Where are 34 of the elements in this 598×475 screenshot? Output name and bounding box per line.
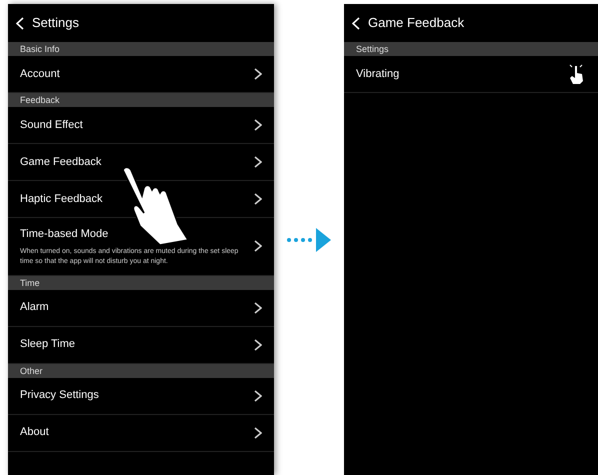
section-header: Feedback — [8, 93, 274, 107]
screen-title: Game Feedback — [368, 14, 464, 32]
back-icon[interactable] — [352, 16, 360, 30]
settings-row[interactable]: Privacy Settings — [8, 378, 274, 414]
row-label: Time-based Mode — [20, 227, 110, 242]
chevron-icon — [254, 390, 262, 402]
arrow-icon — [286, 226, 332, 252]
chevron-icon — [254, 240, 262, 252]
row-label: Game Feedback — [20, 154, 102, 170]
chevron-icon — [254, 193, 262, 205]
settings-row[interactable]: Sound Effect — [8, 107, 274, 144]
chevron-icon — [254, 156, 262, 168]
row-label: Sound Effect — [20, 118, 83, 133]
row-label: Alarm — [20, 300, 49, 316]
row-label: Account — [20, 66, 60, 82]
chevron-icon — [254, 302, 262, 314]
row-label: Vibrating — [356, 66, 400, 82]
chevron-icon — [254, 68, 262, 80]
row-label: Privacy Settings — [20, 388, 99, 404]
chevron-icon — [254, 338, 262, 350]
row-label: About — [20, 425, 49, 440]
section-header: Other — [8, 364, 274, 378]
chevron-icon — [254, 426, 262, 438]
row-label: Haptic Feedback — [20, 192, 103, 207]
screen-title: Settings — [32, 14, 79, 32]
section-header: Time — [8, 276, 274, 290]
settings-row[interactable]: About — [8, 414, 274, 452]
section-header: Basic Info — [8, 42, 274, 56]
section-header: Settings — [344, 42, 598, 56]
back-icon[interactable] — [16, 16, 24, 30]
settings-row[interactable]: Alarm — [8, 290, 274, 326]
settings-row[interactable]: Vibrating — [344, 56, 598, 93]
chevron-icon — [254, 119, 262, 131]
row-label: Sleep Time — [20, 337, 76, 352]
